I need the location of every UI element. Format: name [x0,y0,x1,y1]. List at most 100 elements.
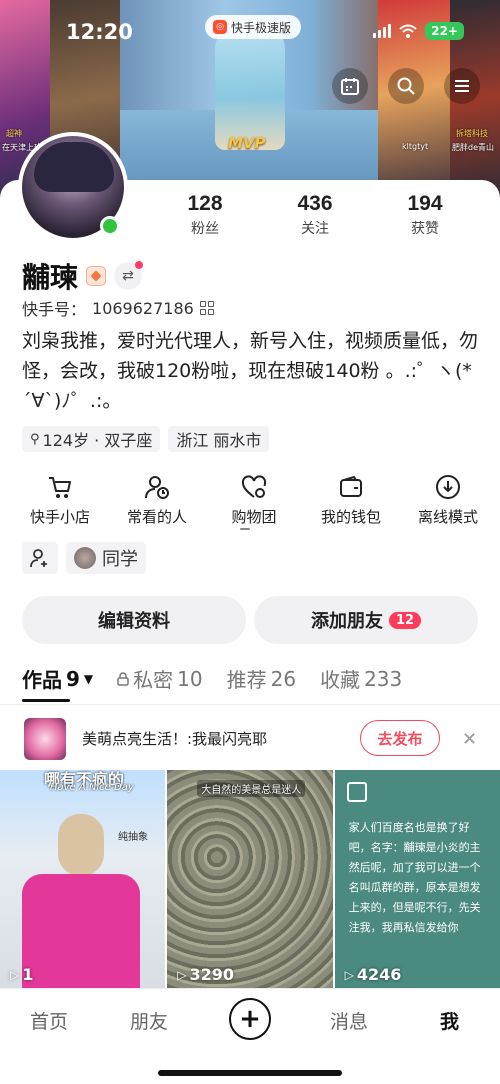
quick-action-group-buy[interactable]: 购物团 [208,472,300,527]
banner-mvp-hero [215,20,285,150]
tab-favorites[interactable]: 收藏 233 [320,664,402,693]
level-badge-icon[interactable] [86,266,107,286]
video-thumbnail[interactable]: 家人们百度名也是换了好吧，名字：黼瑓是小炎的主 然后呢，加了我可以进一个名叫瓜群… [334,770,500,988]
tab-recommend[interactable]: 推荐 26 [227,664,296,693]
play-icon: ▷ [10,967,20,982]
uid-value: 1069627186 [92,298,194,318]
name-row: 黼瑓 ⇄ [22,256,144,296]
banner-right-user: kltgtyt [402,142,429,151]
classmate-label: 同学 [102,549,138,570]
profile-name: 黼瑓 [22,261,79,294]
tab-label: 私密 [133,668,174,692]
quick-action-label: 购物团 [231,508,277,526]
add-user-icon [30,549,47,568]
tab-private[interactable]: 私密 10 [117,664,203,693]
stat-followers[interactable]: 128 粉丝 [150,192,260,238]
edit-profile-button[interactable]: 编辑资料 [22,596,246,644]
calendar-icon [341,78,359,95]
status-icons: 22+ [373,22,464,40]
nav-friends[interactable]: 朋友 [130,1007,168,1034]
quick-action-frequent[interactable]: 常看的人 [111,472,203,527]
uid-row[interactable]: 快手号： 1069627186 [22,296,214,320]
notification-dot [135,261,144,269]
uid-label: 快手号： [22,300,87,319]
chips-row: 同学 [22,542,146,574]
plus-icon: + [239,1004,261,1034]
create-button[interactable]: + [229,998,271,1040]
active-tab-indicator [22,699,70,702]
tab-count: 10 [177,666,203,691]
video-thumbnail[interactable]: 大自然的美景总是迷人 ▷ 3290 [167,770,333,988]
video-overlay-text: Have A Nice Day [50,782,134,793]
search-button[interactable] [388,68,424,104]
stat-label: 粉丝 [191,221,219,237]
tab-count: 233 [364,666,403,691]
calendar-button[interactable] [332,68,368,104]
nav-me[interactable]: 我 [440,1007,459,1034]
banner-far-right-label: 肥胖de青山 [452,143,494,152]
male-icon: ⚲ [30,431,40,447]
video-grid: 哪有不疯的 Have A Nice Day 纯抽象 ▷ 1 大自然的美景总是迷人 … [0,770,500,988]
signal-icon [373,24,392,38]
age-zodiac-tag: ⚲ 124岁 · 双子座 [22,426,161,452]
play-icon: ▷ [344,967,354,982]
tab-count: 9 [66,666,80,691]
add-friend-button[interactable]: 添加朋友 12 [254,596,478,644]
promo-banner: 美萌点亮生活！:我最闪亮耶 去发布 ✕ [0,704,500,770]
video-overlay-text: 大自然的美景总是迷人 [197,780,306,797]
tab-label: 收藏 [320,668,361,692]
nav-home[interactable]: 首页 [30,1007,68,1034]
tab-works[interactable]: 作品 9 ▼ [22,664,93,693]
quick-action-shop[interactable]: 快手小店 [14,472,106,527]
video-text: 家人们百度名也是换了好吧，名字：黼瑓是小炎的主 然后呢，加了我可以进一个名叫瓜群… [348,821,481,934]
play-count-value: 3290 [189,965,235,984]
classmate-chip[interactable]: 同学 [66,542,146,574]
heart-bag-icon [241,475,267,498]
close-icon[interactable]: ✕ [462,729,477,750]
play-count: ▷ 3290 [177,965,234,984]
add-friend-label: 添加朋友 [310,611,383,632]
add-friend-badge: 12 [388,611,422,629]
app-name-pill: ◎ 快手极速版 [205,15,302,39]
battery-indicator: 22+ [425,22,464,40]
location-text: 浙江 丽水市 [176,431,262,450]
promo-text: 美萌点亮生活！:我最闪亮耶 [82,730,268,748]
quick-action-wallet[interactable]: 我的钱包 [305,472,397,527]
add-user-chip[interactable] [22,542,58,574]
stat-num: 128 [187,192,223,215]
play-count-value: 4246 [356,965,402,984]
profile-tags: ⚲ 124岁 · 双子座 浙江 丽水市 [22,426,270,452]
cart-icon [49,477,71,498]
video-thumbnail[interactable]: 哪有不疯的 Have A Nice Day 纯抽象 ▷ 1 [0,770,166,988]
swap-arrows-icon: ⇄ [122,268,134,284]
banner-left-tag: 超神 [6,129,22,138]
nav-messages[interactable]: 消息 [330,1007,368,1034]
play-count: ▷ 4246 [345,965,402,984]
location-tag: 浙江 丽水市 [168,426,270,452]
home-indicator[interactable] [158,1070,342,1076]
quick-action-label: 我的钱包 [320,508,381,526]
kuaishou-logo-icon: ◎ [213,20,227,34]
play-count-value: 1 [22,965,34,984]
stat-likes[interactable]: 194 获赞 [370,192,480,238]
menu-button[interactable] [444,68,480,104]
download-cloud-icon [436,475,460,499]
wallet-icon [340,475,362,497]
stat-following[interactable]: 436 关注 [260,192,370,238]
app-name: 快手极速版 [231,20,292,35]
group-buy-indicator [240,528,250,530]
play-count: ▷ 1 [10,965,33,984]
stat-num: 436 [297,192,333,215]
quick-action-offline[interactable]: 离线模式 [402,472,494,527]
switch-account-button[interactable]: ⇄ [114,261,144,290]
person-clock-icon [145,476,169,499]
search-icon [397,77,415,95]
classmate-avatar [74,547,96,569]
edit-note-icon [346,782,367,802]
publish-button[interactable]: 去发布 [360,720,440,756]
pink-coat [22,874,140,988]
qr-code-icon[interactable] [199,301,214,315]
hamburger-icon [455,80,469,92]
content-tabs: 作品 9 ▼ 私密 10 推荐 26 收藏 233 [22,664,426,693]
lock-icon [117,671,129,686]
